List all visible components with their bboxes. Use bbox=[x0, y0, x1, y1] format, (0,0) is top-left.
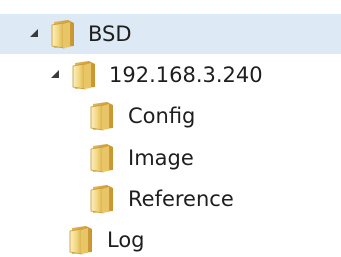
tree-node-config[interactable]: Config bbox=[0, 96, 341, 136]
collapse-arrow-icon[interactable] bbox=[51, 70, 59, 78]
folder-icon bbox=[50, 19, 76, 49]
tree-node-label: BSD bbox=[88, 22, 132, 46]
tree-node-bsd[interactable]: BSD bbox=[0, 14, 341, 54]
folder-icon bbox=[89, 101, 115, 131]
tree-node-image[interactable]: Image bbox=[0, 138, 341, 178]
tree-node-reference[interactable]: Reference bbox=[0, 179, 341, 219]
folder-tree: BSD 192.168.3.240 Config Image Reference… bbox=[0, 0, 341, 257]
folder-icon bbox=[89, 143, 115, 173]
tree-node-label: Log bbox=[107, 228, 145, 252]
tree-node-log[interactable]: Log bbox=[0, 220, 341, 257]
folder-icon bbox=[71, 60, 97, 90]
collapse-arrow-icon[interactable] bbox=[30, 29, 38, 37]
folder-icon bbox=[89, 184, 115, 214]
folder-icon bbox=[68, 225, 94, 255]
tree-node-192-168-3-240[interactable]: 192.168.3.240 bbox=[0, 55, 341, 95]
tree-node-label: 192.168.3.240 bbox=[109, 63, 263, 87]
tree-node-label: Config bbox=[128, 104, 196, 128]
tree-node-label: Image bbox=[128, 146, 194, 170]
tree-node-label: Reference bbox=[128, 187, 234, 211]
